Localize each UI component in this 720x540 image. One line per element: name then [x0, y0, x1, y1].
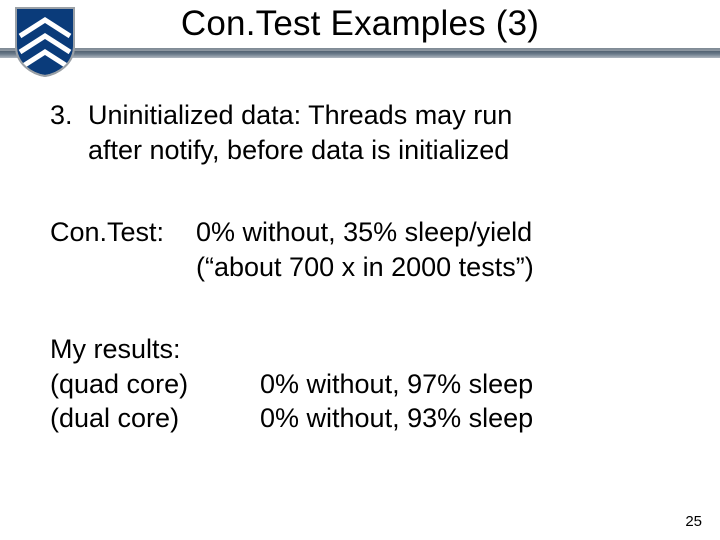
my-results-block: My results: (quad core) 0% without, 97% …: [50, 332, 670, 436]
slide-header: Con.Test Examples (3): [0, 0, 720, 68]
slide-body: 3. Uninitialized data: Threads may run a…: [0, 68, 720, 436]
page-number: 25: [685, 513, 702, 530]
slide-title: Con.Test Examples (3): [0, 4, 720, 44]
shield-icon: [14, 6, 76, 78]
dual-core-value: 0% without, 93% sleep: [260, 401, 533, 436]
university-logo: [14, 6, 76, 78]
bullet-item-3: 3. Uninitialized data: Threads may run a…: [50, 98, 670, 167]
bullet-text-line2: after notify, before data is initialized: [88, 135, 509, 165]
bullet-text-line1: Uninitialized data: Threads may run: [88, 100, 512, 130]
contest-label: Con.Test:: [50, 215, 196, 250]
bullet-number: 3.: [50, 98, 88, 167]
my-results-heading: My results:: [50, 332, 181, 367]
contest-block: Con.Test: 0% without, 35% sleep/yield (“…: [50, 215, 670, 284]
bullet-text: Uninitialized data: Threads may run afte…: [88, 98, 670, 167]
quad-core-label: (quad core): [50, 367, 260, 402]
contest-label-spacer: [50, 250, 196, 285]
contest-line2: (“about 700 x in 2000 tests”): [196, 250, 534, 285]
dual-core-label: (dual core): [50, 401, 260, 436]
contest-line1: 0% without, 35% sleep/yield: [196, 215, 532, 250]
quad-core-value: 0% without, 97% sleep: [260, 367, 533, 402]
header-divider-sheen: [0, 48, 720, 51]
